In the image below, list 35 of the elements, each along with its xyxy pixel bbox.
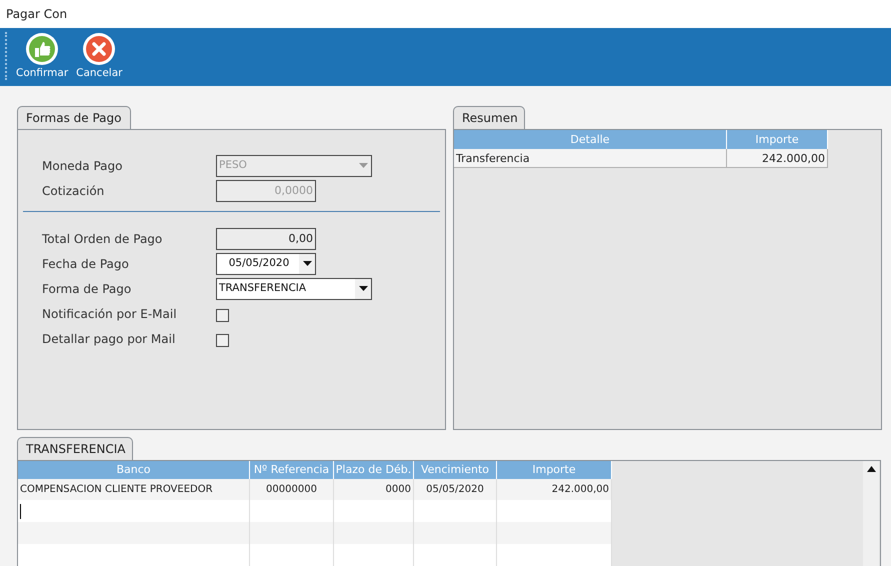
text-cursor: [20, 504, 21, 518]
scrollbar[interactable]: [863, 461, 879, 566]
number-field[interactable]: 0,00: [216, 228, 316, 250]
column-header[interactable]: Vencimiento: [414, 461, 497, 479]
table-cell: Transferencia: [454, 149, 727, 168]
field-label: Detallar pago por Mail: [42, 330, 176, 348]
tab[interactable]: TRANSFERENCIA: [17, 437, 133, 460]
close-icon: [82, 32, 116, 66]
date-field[interactable]: 05/05/2020: [216, 252, 316, 274]
checkbox[interactable]: [216, 334, 229, 347]
field-label: Moneda Pago: [42, 158, 124, 174]
table-cell: 242.000,00: [727, 149, 828, 168]
column-header[interactable]: Plazo de Déb.: [334, 461, 414, 479]
tab[interactable]: Resumen: [453, 106, 525, 129]
field-label: Forma de Pago: [42, 280, 132, 298]
column-header[interactable]: Importe: [727, 130, 828, 149]
caret-icon: [358, 286, 368, 291]
dropdown[interactable]: TRANSFERENCIA: [216, 278, 372, 300]
thumbs-up-icon: [25, 32, 60, 66]
tab[interactable]: Formas de Pago: [17, 106, 131, 129]
checkbox[interactable]: [216, 309, 229, 322]
column-header[interactable]: Detalle: [454, 130, 727, 149]
field-label: Fecha de Pago: [42, 256, 130, 272]
caret-icon: [358, 163, 368, 168]
column-header[interactable]: Nº Referencia: [250, 461, 334, 479]
confirm-button[interactable]: Confirmar: [13, 32, 72, 82]
scroll-up-icon[interactable]: [866, 466, 876, 472]
cancel-button[interactable]: Cancelar: [73, 32, 126, 82]
column-header[interactable]: Banco: [18, 461, 250, 479]
field-label: Cotización: [42, 182, 106, 200]
field-label: Total Orden de Pago: [42, 230, 164, 248]
caret-icon: [302, 261, 312, 266]
column-header[interactable]: Importe: [497, 461, 612, 479]
field-label: Notificación por E-Mail: [42, 306, 178, 322]
window-title: Pagar Con: [6, 6, 68, 23]
